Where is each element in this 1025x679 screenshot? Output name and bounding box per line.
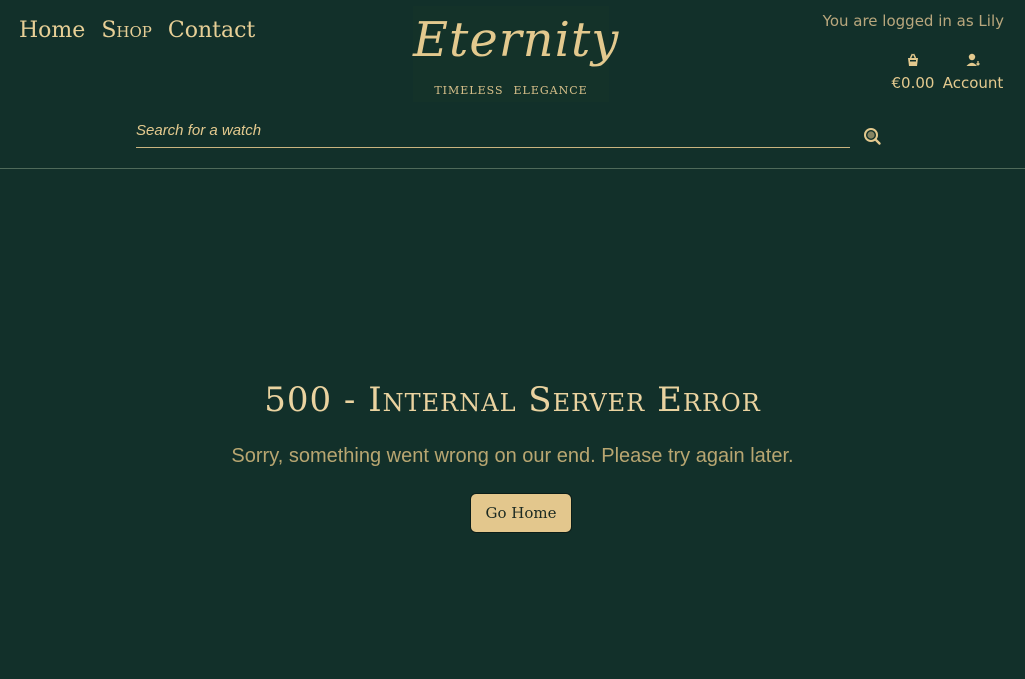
main-nav: Home Shop Contact [19, 18, 255, 43]
nav-shop-link[interactable]: Shop [101, 18, 152, 43]
nav-contact-link[interactable]: Contact [168, 18, 255, 43]
search-icon [864, 128, 881, 145]
cart-button[interactable]: €0.00 [887, 52, 939, 92]
nav-home-link[interactable]: Home [19, 18, 85, 43]
error-message: Sorry, something went wrong on our end. … [231, 445, 794, 467]
logo-tagline-word2: ELEGANCE [513, 84, 588, 97]
logo-title: Eternity [413, 12, 620, 68]
search-input[interactable] [136, 116, 850, 144]
error-title: 500 - Internal Server Error [264, 380, 761, 420]
account-label: Account [942, 74, 1004, 92]
site-logo[interactable]: Eternity TIMELESS ELEGANCE [413, 6, 620, 102]
account-icon [966, 53, 980, 66]
cart-amount: €0.00 [891, 74, 935, 92]
site-header: Home Shop Contact Eternity TIMELESS ELEGA… [0, 0, 1025, 169]
basket-icon [908, 53, 918, 66]
logo-tagline: TIMELESS ELEGANCE [413, 84, 609, 97]
search-button[interactable] [862, 126, 882, 146]
account-button[interactable]: Account [941, 52, 1005, 92]
search-bar [136, 116, 850, 148]
go-home-button[interactable]: Go Home [470, 493, 572, 533]
logged-in-status: You are logged in as Lily [822, 12, 1004, 30]
logo-tagline-word1: TIMELESS [434, 84, 504, 97]
